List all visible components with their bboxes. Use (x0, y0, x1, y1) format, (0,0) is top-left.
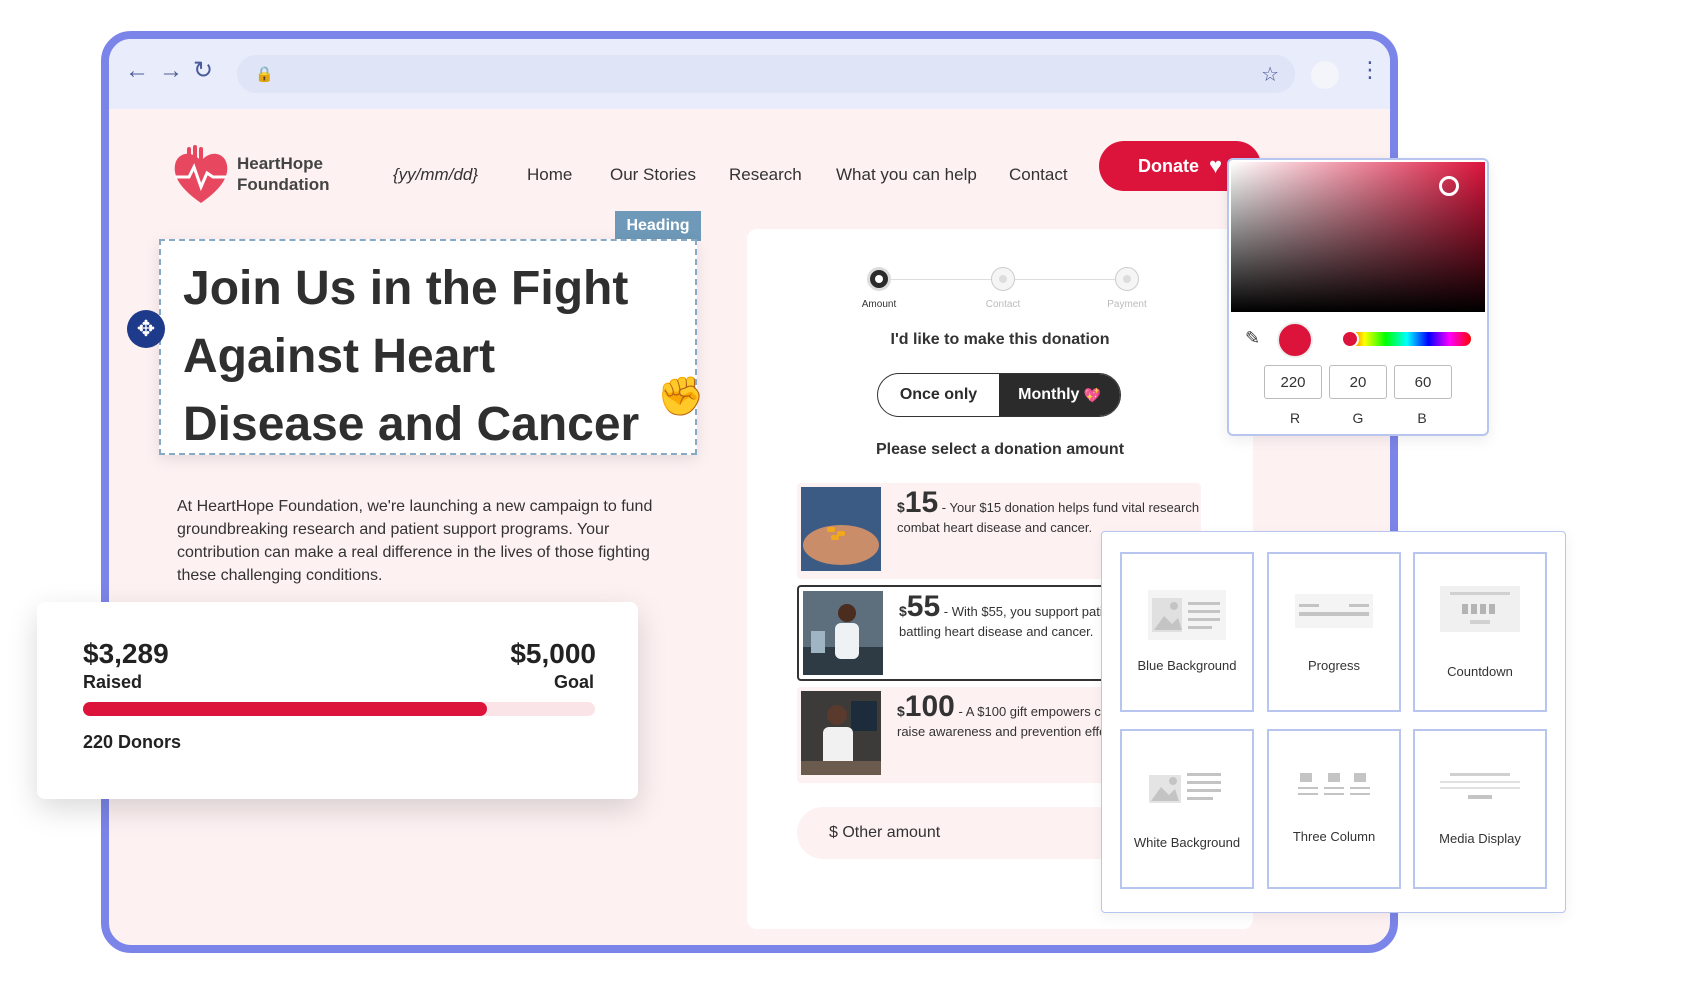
raised-amount: $3,289 (83, 638, 169, 669)
back-icon[interactable]: ← (125, 59, 149, 83)
amount-prompt: Please select a donation amount (875, 441, 1125, 458)
progress-card[interactable]: $3,289 Raised $5,000 Goal 220 Donors (37, 602, 638, 799)
logo-wordmark[interactable]: HeartHope Foundation (237, 153, 330, 195)
step-amount-label: Amount (861, 299, 897, 310)
hue-thumb[interactable] (1341, 330, 1359, 348)
address-bar[interactable]: 🔒 ☆ (237, 55, 1295, 93)
heart-icon: ♥ (1208, 153, 1223, 178)
heading-block-tag[interactable]: Heading (615, 211, 701, 241)
media-display-block-icon (1440, 773, 1520, 799)
image-text-block-icon (1149, 773, 1221, 803)
progress-block-icon (1295, 594, 1373, 628)
block-label: White Background (1133, 835, 1241, 850)
heading-block[interactable]: Join Us in the Fight Against Heart Disea… (159, 239, 697, 455)
block-label: Countdown (1447, 664, 1513, 679)
pills-in-hand-image (801, 487, 881, 571)
nav-our-stories[interactable]: Our Stories (610, 165, 696, 185)
grab-cursor-icon: ✊ (657, 376, 705, 418)
raised-label: Raised (83, 672, 143, 692)
frequency-toggle[interactable]: Once only Monthly 💖 (877, 373, 1121, 417)
browser-toolbar: ← → ↻ 🔒 ☆ ⋮ (109, 39, 1390, 109)
intro-paragraph: At HeartHope Foundation, we're launching… (177, 498, 653, 584)
blocks-panel: Blue Background Progress Countdown White… (1101, 531, 1566, 913)
goal-label: Goal (553, 672, 594, 692)
nav-research[interactable]: Research (729, 165, 802, 185)
block-countdown[interactable]: Countdown (1413, 552, 1547, 712)
step-amount-dot[interactable] (867, 267, 891, 291)
progress-fill (83, 702, 488, 716)
block-white-background[interactable]: White Background (1120, 729, 1254, 889)
once-only-option[interactable]: Once only (878, 374, 999, 416)
monthly-option[interactable]: Monthly 💖 (999, 374, 1120, 416)
logo-line-1: HeartHope (237, 154, 323, 173)
reload-icon[interactable]: ↻ (193, 59, 213, 83)
block-label: Blue Background (1137, 658, 1237, 673)
color-picker[interactable]: ✎ 220 20 60 R G B (1227, 158, 1489, 436)
block-label: Media Display (1439, 831, 1521, 846)
green-label: G (1352, 410, 1364, 426)
profile-avatar[interactable] (1311, 61, 1339, 89)
block-media-display[interactable]: Media Display (1413, 729, 1547, 889)
blue-input[interactable]: 60 (1394, 365, 1452, 399)
block-three-column[interactable]: Three Column (1267, 729, 1401, 889)
current-color-swatch (1277, 322, 1313, 358)
blue-label: B (1417, 410, 1427, 426)
lab-researcher-image (803, 591, 883, 675)
step-payment-label: Payment (1107, 299, 1147, 310)
block-label: Three Column (1292, 829, 1376, 844)
browser-menu-icon[interactable]: ⋮ (1359, 59, 1381, 81)
red-input[interactable]: 220 (1264, 365, 1322, 399)
block-label: Progress (1307, 658, 1361, 673)
progress-track (83, 702, 595, 716)
saturation-thumb[interactable] (1439, 176, 1459, 196)
nav-what-you-can-help[interactable]: What you can help (836, 165, 977, 185)
logo-line-2: Foundation (237, 175, 330, 194)
bookmark-star-icon[interactable]: ☆ (1261, 62, 1279, 87)
lock-icon: 🔒 (255, 66, 274, 83)
goal-amount: $5,000 (510, 638, 596, 669)
nav-contact[interactable]: Contact (1009, 165, 1068, 185)
page-heading[interactable]: Join Us in the Fight Against Heart Disea… (183, 255, 683, 459)
donate-label: Donate (1137, 155, 1199, 176)
step-contact-dot[interactable] (991, 267, 1015, 291)
saturation-area[interactable] (1231, 162, 1485, 312)
eyedropper-icon[interactable]: ✎ (1245, 328, 1260, 349)
monthly-label: Monthly (1018, 386, 1080, 403)
hue-slider[interactable] (1343, 332, 1471, 346)
countdown-block-icon (1440, 586, 1520, 632)
form-title: I'd like to make this donation (890, 331, 1110, 348)
move-handle-icon[interactable]: ✥ (127, 310, 165, 348)
doctor-image (801, 691, 881, 775)
donors-count: 220 Donors (83, 732, 182, 752)
nav-date-placeholder[interactable]: {yy/mm/dd} (393, 165, 478, 185)
block-progress[interactable]: Progress (1267, 552, 1401, 712)
forward-icon[interactable]: → (159, 59, 183, 83)
heart-logo-icon[interactable] (171, 145, 231, 207)
green-input[interactable]: 20 (1329, 365, 1387, 399)
block-blue-background[interactable]: Blue Background (1120, 552, 1254, 712)
image-text-block-icon (1148, 590, 1226, 640)
red-label: R (1289, 410, 1301, 426)
nav-home[interactable]: Home (527, 165, 572, 185)
sparkle-heart-icon: 💖 (1083, 386, 1101, 403)
step-contact-label: Contact (985, 299, 1021, 310)
step-payment-dot[interactable] (1115, 267, 1139, 291)
three-column-block-icon (1298, 773, 1370, 795)
